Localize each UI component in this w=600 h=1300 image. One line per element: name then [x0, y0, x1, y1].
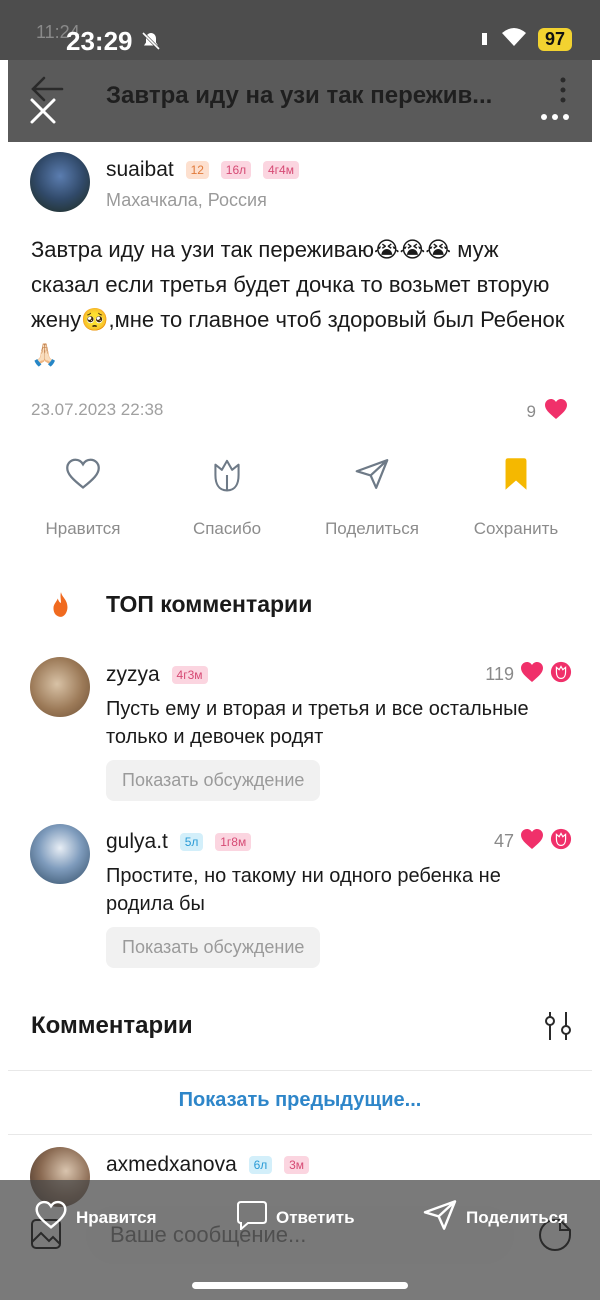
status-right: 97 [480, 26, 572, 53]
divider [8, 1070, 592, 1071]
age-badge: 16л [220, 161, 252, 180]
commenter-row: zyzya 4г3м [106, 663, 208, 687]
post-likes: 9 [527, 398, 568, 425]
heart-filled-icon [544, 398, 568, 425]
commenter-row: axmedxanova 6л 3м [106, 1153, 310, 1177]
comment-like-count: 119 [485, 664, 514, 684]
status-time: 23:29 [66, 26, 133, 56]
author-location: Махачкала, Россия [106, 190, 267, 210]
comment-reactions: 47 [494, 828, 572, 855]
commenter-avatar[interactable] [30, 824, 90, 884]
author-avatar[interactable] [30, 152, 90, 212]
commenter-row: gulya.t 5л 1г8м [106, 830, 252, 854]
level-badge: 12 [185, 161, 209, 180]
post-actions: Нравится Спасибо Поделиться Сохранить [8, 457, 592, 539]
comments-title: Комментарии [31, 1012, 193, 1039]
battery-indicator: 97 [537, 28, 572, 51]
share-action[interactable]: Поделиться [307, 457, 437, 539]
send-icon [422, 1200, 458, 1235]
thanks-action-label: Спасибо [192, 519, 262, 538]
age-badge: 5л [179, 833, 204, 852]
fire-icon [50, 591, 72, 624]
comment-text: Простите, но такому ни одного ребенка не… [106, 865, 501, 915]
divider [8, 1134, 592, 1135]
like-action[interactable]: Нравится [18, 457, 148, 539]
bottom-like-button[interactable]: Нравится [34, 1200, 157, 1235]
page-title: Завтра иду на узи так пережив... [106, 82, 493, 109]
commenter-name[interactable]: axmedxanova [106, 1153, 237, 1176]
child-age-badge: 4г3м [171, 666, 208, 685]
child-age-badge: 3м [284, 1156, 310, 1175]
save-action[interactable]: Сохранить [451, 457, 581, 539]
bottom-reply-button[interactable]: Ответить [236, 1200, 355, 1235]
bookmark-icon [451, 457, 581, 495]
author-row: suaibat 12 16л 4г4м [106, 158, 299, 182]
signal-icon [480, 29, 490, 50]
child-age-badge: 4г4м [262, 161, 299, 180]
commenter-avatar[interactable] [30, 657, 90, 717]
home-indicator [192, 1282, 408, 1289]
post-likes-count: 9 [526, 401, 536, 421]
show-previous-link[interactable]: Показать предыдущие... [8, 1089, 592, 1112]
comment-text: Пусть ему и вторая и третья и все осталь… [106, 698, 529, 748]
author-name[interactable]: suaibat [106, 158, 174, 181]
tulip-icon [162, 457, 292, 495]
commenter-name[interactable]: zyzya [106, 663, 160, 686]
heart-outline-icon [18, 457, 148, 495]
comment-reactions: 119 [485, 661, 572, 688]
show-discussion-button[interactable]: Показать обсуждение [106, 927, 321, 968]
close-icon[interactable] [28, 96, 58, 131]
heart-filled-icon[interactable] [520, 828, 544, 855]
heart-filled-icon[interactable] [520, 661, 544, 688]
post-date: 23.07.2023 22:38 [31, 400, 164, 419]
save-action-label: Сохранить [473, 519, 559, 538]
tulip-filled-icon[interactable] [550, 828, 572, 855]
status-bar: 11:24 23:29 97 [0, 0, 600, 60]
app-bar: Завтра иду на узи так пережив... [8, 60, 592, 142]
tulip-filled-icon[interactable] [550, 661, 572, 688]
like-action-label: Нравится [45, 519, 121, 538]
post-text: Завтра иду на узи так переживаю😭😭😭 муж с… [31, 237, 565, 367]
thanks-action[interactable]: Спасибо [162, 457, 292, 539]
wifi-icon [500, 26, 528, 53]
top-comments-title: ТОП комментарии [106, 591, 313, 617]
bell-off-icon [140, 30, 162, 57]
bottom-like-label: Нравится [76, 1207, 157, 1227]
comment-like-count: 47 [493, 831, 514, 851]
share-action-label: Поделиться [325, 519, 419, 538]
bottom-share-button[interactable]: Поделиться [422, 1200, 568, 1235]
heart-outline-icon [34, 1200, 68, 1235]
more-horizontal-icon[interactable] [540, 108, 570, 126]
bottom-action-overlay: Нравится Ответить Поделиться [0, 1180, 600, 1300]
filter-icon[interactable] [542, 1010, 574, 1047]
commenter-name[interactable]: gulya.t [106, 830, 168, 853]
child-age-badge: 1г8м [215, 833, 252, 852]
more-vertical-icon[interactable] [558, 76, 568, 109]
age-badge: 6л [248, 1156, 273, 1175]
bottom-reply-label: Ответить [276, 1207, 355, 1227]
bottom-share-label: Поделиться [466, 1207, 569, 1227]
send-icon [307, 457, 437, 495]
speech-bubble-icon [236, 1200, 268, 1235]
show-discussion-button[interactable]: Показать обсуждение [106, 760, 321, 801]
